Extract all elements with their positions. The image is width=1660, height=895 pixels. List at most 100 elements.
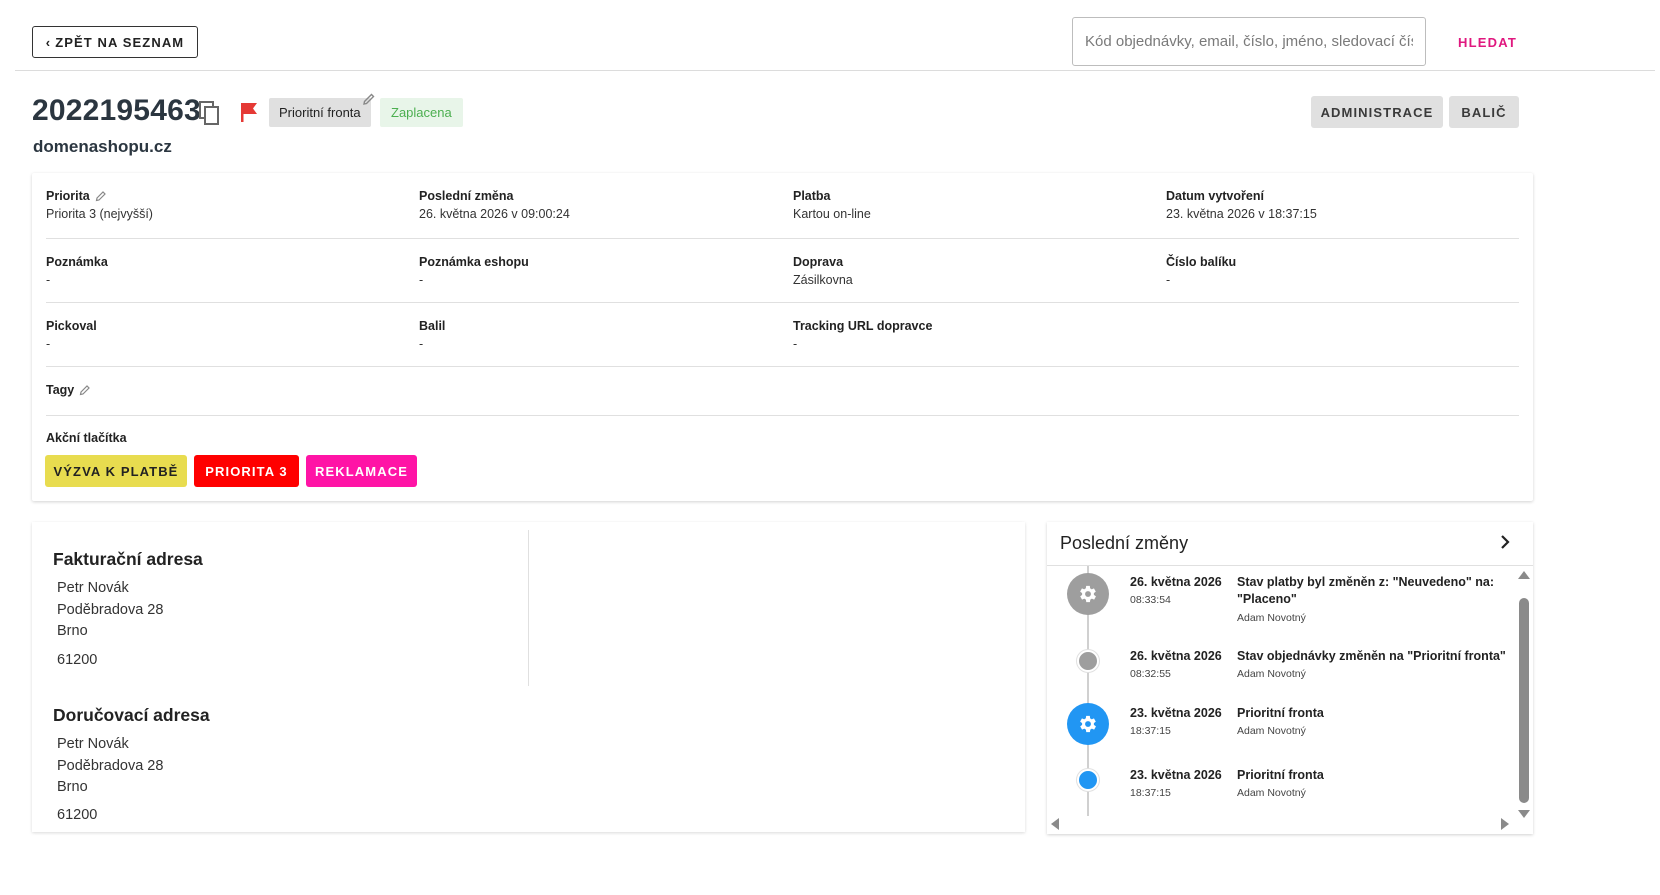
parcel-number-field: Číslo balíku -: [1166, 255, 1236, 287]
scroll-right-arrow-icon[interactable]: [1501, 818, 1509, 830]
parcel-number-value: -: [1166, 273, 1171, 287]
change-text: Stav platby byl změněn z: "Neuvedeno" na…: [1237, 575, 1495, 606]
shop-note-field: Poznámka eshopu -: [419, 255, 529, 287]
tags-field: Tagy: [46, 383, 91, 397]
edit-tags-pencil-icon[interactable]: [79, 384, 91, 396]
shop-domain: domenashopu.cz: [33, 137, 172, 156]
delivery-street: Poděbradova 28: [57, 758, 164, 774]
payment-status-badge: Zaplacena: [380, 98, 463, 127]
change-date: 26. května 2026: [1130, 575, 1222, 589]
packed-by-label: Balil: [419, 319, 446, 333]
note-label: Poznámka: [46, 255, 108, 269]
payment-request-button[interactable]: VÝZVA K PLATBĚ: [45, 455, 187, 487]
priority-label: Priorita: [46, 189, 90, 203]
created-field: Datum vytvoření 23. května 2026 v 18:37:…: [1166, 189, 1317, 221]
packed-by-field: Balil -: [419, 319, 445, 351]
picked-by-value: -: [46, 337, 51, 351]
billing-name: Petr Novák: [57, 580, 129, 596]
queue-chip[interactable]: Prioritní fronta: [269, 98, 371, 127]
picked-by-label: Pickoval: [46, 319, 97, 333]
created-value: 23. května 2026 v 18:37:15: [1166, 207, 1317, 221]
timeline-gear-icon: [1067, 573, 1109, 615]
payment-label: Platba: [793, 189, 831, 203]
delivery-city: Brno: [57, 779, 88, 795]
billing-address-title: Fakturační adresa: [53, 549, 203, 569]
scroll-left-arrow-icon[interactable]: [1051, 818, 1059, 830]
created-label: Datum vytvoření: [1166, 189, 1264, 203]
change-text: Prioritní fronta: [1237, 768, 1324, 782]
complaint-button[interactable]: REKLAMACE: [306, 455, 417, 487]
shop-note-label: Poznámka eshopu: [419, 255, 529, 269]
last-change-label: Poslední změna: [419, 189, 514, 203]
change-user: Adam Novotný: [1237, 668, 1306, 680]
search-input[interactable]: [1072, 17, 1426, 66]
edit-priority-pencil-icon[interactable]: [95, 190, 107, 202]
shipping-field: Doprava Zásilkovna: [793, 255, 853, 287]
search-button[interactable]: HLEDAT: [1440, 28, 1535, 56]
shop-note-value: -: [419, 273, 424, 287]
payment-value: Kartou on-line: [793, 207, 871, 221]
picked-by-field: Pickoval -: [46, 319, 97, 351]
change-text: Prioritní fronta: [1237, 706, 1324, 720]
back-to-list-button[interactable]: ‹ ZPĚT NA SEZNAM: [32, 26, 198, 58]
parcel-number-label: Číslo balíku: [1166, 255, 1237, 269]
timeline-dot: [1077, 769, 1099, 791]
change-user: Adam Novotný: [1237, 787, 1306, 799]
timeline-gear-icon: [1067, 703, 1109, 745]
tracking-url-field: Tracking URL dopravce -: [793, 319, 932, 351]
top-bar: ‹ ZPĚT NA SEZNAM HLEDAT: [15, 0, 1655, 71]
tracking-url-label: Tracking URL dopravce: [793, 319, 933, 333]
address-card: Fakturační adresa Petr Novák Poděbradova…: [32, 522, 1025, 832]
billing-zip: 61200: [57, 652, 98, 668]
priority-field: Priorita Priorita 3 (nejvyšší): [46, 189, 153, 221]
copy-icon[interactable]: [198, 100, 222, 126]
note-field: Poznámka -: [46, 255, 108, 287]
note-value: -: [46, 273, 51, 287]
divider: [1047, 565, 1533, 566]
tags-label: Tagy: [46, 383, 75, 397]
packed-by-value: -: [419, 337, 424, 351]
change-time: 18:37:15: [1130, 725, 1171, 737]
delivery-name: Petr Novák: [57, 736, 129, 752]
actions-label: Akční tlačítka: [46, 431, 127, 445]
last-change-field: Poslední změna 26. května 2026 v 09:00:2…: [419, 189, 570, 221]
order-number: 2022195463: [32, 94, 201, 127]
payment-field: Platba Kartou on-line: [793, 189, 871, 221]
divider: [46, 415, 1519, 416]
last-change-value: 26. května 2026 v 09:00:24: [419, 207, 570, 221]
pencil-icon[interactable]: [362, 92, 376, 106]
administration-button[interactable]: ADMINISTRACE: [1311, 96, 1443, 128]
change-date: 23. května 2026: [1130, 768, 1222, 782]
delivery-address-title: Doručovací adresa: [53, 705, 210, 725]
shipping-label: Doprava: [793, 255, 844, 269]
change-date: 26. května 2026: [1130, 649, 1222, 663]
actions-field: Akční tlačítka: [46, 431, 127, 445]
change-user: Adam Novotný: [1237, 725, 1306, 737]
change-time: 08:33:54: [1130, 594, 1171, 606]
billing-street: Poděbradova 28: [57, 602, 164, 618]
divider: [46, 302, 1519, 303]
change-text: Stav objednávky změněn na "Prioritní fro…: [1237, 649, 1506, 663]
packer-button[interactable]: BALIČ: [1449, 96, 1519, 128]
change-date: 23. května 2026: [1130, 706, 1222, 720]
tracking-url-value: -: [793, 337, 798, 351]
change-time: 08:32:55: [1130, 668, 1171, 680]
back-to-list-label: ZPĚT NA SEZNAM: [55, 34, 185, 50]
vertical-scrollbar[interactable]: [1519, 598, 1529, 803]
change-user: Adam Novotný: [1237, 612, 1306, 624]
flag-icon[interactable]: [238, 100, 260, 124]
priority-value: Priorita 3 (nejvyšší): [46, 207, 153, 221]
timeline-dot: [1077, 650, 1099, 672]
divider: [46, 366, 1519, 367]
scroll-down-arrow-icon[interactable]: [1518, 810, 1530, 818]
scroll-up-arrow-icon[interactable]: [1518, 571, 1530, 579]
divider: [46, 238, 1519, 239]
recent-changes-card: Poslední změny 26. května 2026 08:33:54 …: [1047, 522, 1533, 834]
recent-changes-title: Poslední změny: [1060, 533, 1189, 553]
change-time: 18:37:15: [1130, 787, 1171, 799]
shipping-value: Zásilkovna: [793, 273, 853, 287]
order-details-card: Priorita Priorita 3 (nejvyšší) Poslední …: [32, 173, 1533, 501]
chevron-right-icon[interactable]: [1495, 532, 1515, 552]
chevron-left-icon: ‹: [45, 34, 52, 50]
priority-3-button[interactable]: PRIORITA 3: [194, 455, 299, 487]
